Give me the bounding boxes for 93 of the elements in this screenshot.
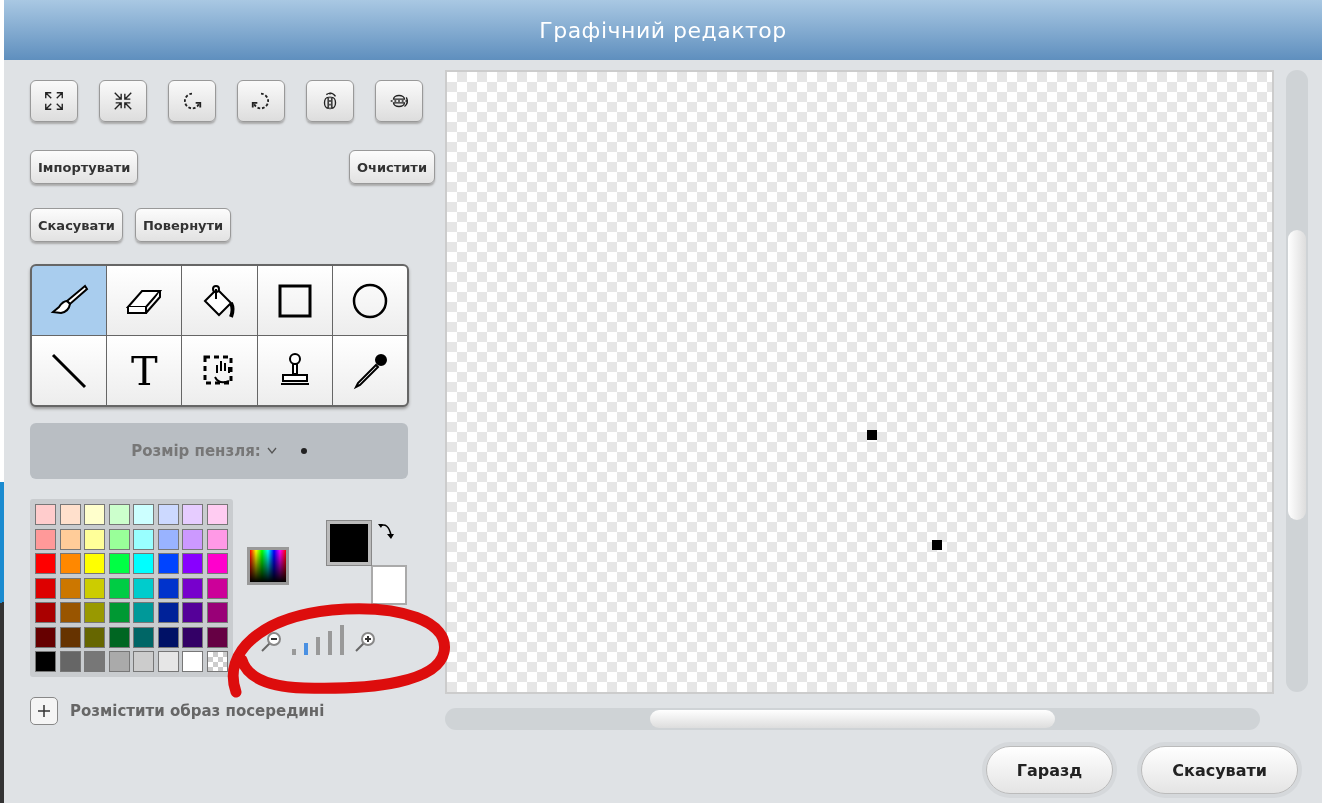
color-swatch[interactable]: [157, 504, 179, 525]
select-tool[interactable]: [182, 336, 257, 405]
color-swatch[interactable]: [108, 577, 130, 599]
color-swatch[interactable]: [108, 553, 130, 574]
color-swatch[interactable]: [108, 626, 130, 648]
color-swatch[interactable]: [133, 528, 154, 550]
color-swatch[interactable]: [84, 651, 105, 672]
color-swatch[interactable]: [59, 602, 81, 623]
color-swatch[interactable]: [84, 504, 105, 525]
color-swatch[interactable]: [133, 626, 154, 648]
eraser-tool[interactable]: [107, 266, 182, 335]
fill-tool[interactable]: [182, 266, 257, 335]
color-swatch[interactable]: [84, 602, 105, 623]
color-swatch[interactable]: [206, 577, 228, 599]
rectangle-tool[interactable]: [257, 266, 332, 335]
flip-vertical-button[interactable]: [375, 80, 423, 122]
color-swatch[interactable]: [206, 553, 228, 574]
color-swatch[interactable]: [35, 651, 56, 672]
plus-icon: [37, 704, 51, 718]
brush-tool[interactable]: [32, 266, 107, 335]
horizontal-scrollbar[interactable]: [445, 708, 1260, 730]
color-swatch[interactable]: [206, 504, 228, 525]
window-title: Графічний редактор: [539, 17, 787, 43]
pen-color-swatch[interactable]: [326, 521, 371, 565]
text-tool[interactable]: T: [107, 336, 182, 405]
caret-icon[interactable]: [266, 447, 277, 455]
swap-arrow-icon[interactable]: [376, 521, 395, 541]
ellipse-tool[interactable]: [332, 266, 407, 335]
color-swatch[interactable]: [206, 602, 228, 623]
rotate-left-button[interactable]: [168, 80, 216, 122]
color-swatch[interactable]: [182, 577, 203, 599]
color-swatch[interactable]: [59, 553, 81, 574]
brush-dot-icon: [300, 448, 307, 454]
shrink-icon: [112, 90, 134, 112]
rotate-right-button[interactable]: [237, 80, 285, 122]
line-tool[interactable]: [32, 336, 107, 405]
color-swatch[interactable]: [35, 553, 56, 574]
clear-button[interactable]: Очистити: [348, 150, 435, 184]
color-swatch[interactable]: [35, 504, 56, 525]
redo-button[interactable]: Повернути: [134, 208, 232, 242]
background-color-swatch[interactable]: [370, 565, 407, 605]
color-swatch[interactable]: [157, 553, 179, 574]
color-swatch[interactable]: [133, 553, 154, 574]
grow-icon: [43, 90, 65, 112]
color-swatch[interactable]: [35, 602, 56, 623]
import-button[interactable]: Імпортувати: [30, 150, 139, 184]
color-swatch[interactable]: [35, 577, 56, 599]
color-swatch[interactable]: [133, 504, 154, 525]
color-swatch[interactable]: [133, 602, 154, 623]
color-swatch[interactable]: [182, 504, 203, 525]
eyedropper-tool[interactable]: [332, 336, 407, 405]
color-swatch[interactable]: [133, 651, 154, 672]
color-swatch[interactable]: [157, 528, 179, 550]
rotate-right-icon: [250, 90, 272, 112]
color-swatch[interactable]: [59, 651, 81, 672]
color-swatch[interactable]: [59, 528, 81, 550]
color-spectrum[interactable]: [246, 547, 289, 585]
color-swatch[interactable]: [133, 577, 154, 599]
undo-button[interactable]: Скасувати: [30, 208, 123, 242]
brush-size-label: Розмір пензля:: [131, 442, 261, 460]
transparent-swatch[interactable]: [206, 651, 228, 672]
color-swatch[interactable]: [182, 626, 203, 648]
color-swatch[interactable]: [157, 577, 179, 599]
grow-button[interactable]: [30, 80, 78, 122]
color-swatch[interactable]: [182, 528, 203, 550]
stamp-tool[interactable]: [257, 336, 332, 405]
color-swatch[interactable]: [59, 577, 81, 599]
color-swatch[interactable]: [84, 528, 105, 550]
color-swatch[interactable]: [157, 651, 179, 672]
color-swatch[interactable]: [206, 528, 228, 550]
vertical-scrollbar[interactable]: [1286, 70, 1308, 692]
center-costume-label: Розмістити образ посередині: [70, 702, 325, 720]
flip-horizontal-button[interactable]: [306, 80, 354, 122]
color-swatch[interactable]: [35, 528, 56, 550]
color-swatch[interactable]: [206, 626, 228, 648]
color-swatch[interactable]: [59, 626, 81, 648]
color-swatch[interactable]: [35, 626, 56, 648]
color-swatch[interactable]: [182, 651, 203, 672]
color-swatch[interactable]: [108, 504, 130, 525]
color-swatch[interactable]: [157, 602, 179, 623]
color-swatch[interactable]: [157, 626, 179, 648]
color-swatch[interactable]: [108, 651, 130, 672]
color-swatch[interactable]: [182, 553, 203, 574]
rotate-left-icon: [181, 90, 203, 112]
shrink-button[interactable]: [99, 80, 147, 122]
color-swatch[interactable]: [84, 553, 105, 574]
color-swatch[interactable]: [108, 602, 130, 623]
center-button[interactable]: [30, 697, 58, 725]
color-swatch[interactable]: [84, 577, 105, 599]
color-swatch[interactable]: [108, 528, 130, 550]
color-swatch[interactable]: [59, 504, 81, 525]
color-swatch[interactable]: [182, 602, 203, 623]
color-swatch[interactable]: [84, 626, 105, 648]
